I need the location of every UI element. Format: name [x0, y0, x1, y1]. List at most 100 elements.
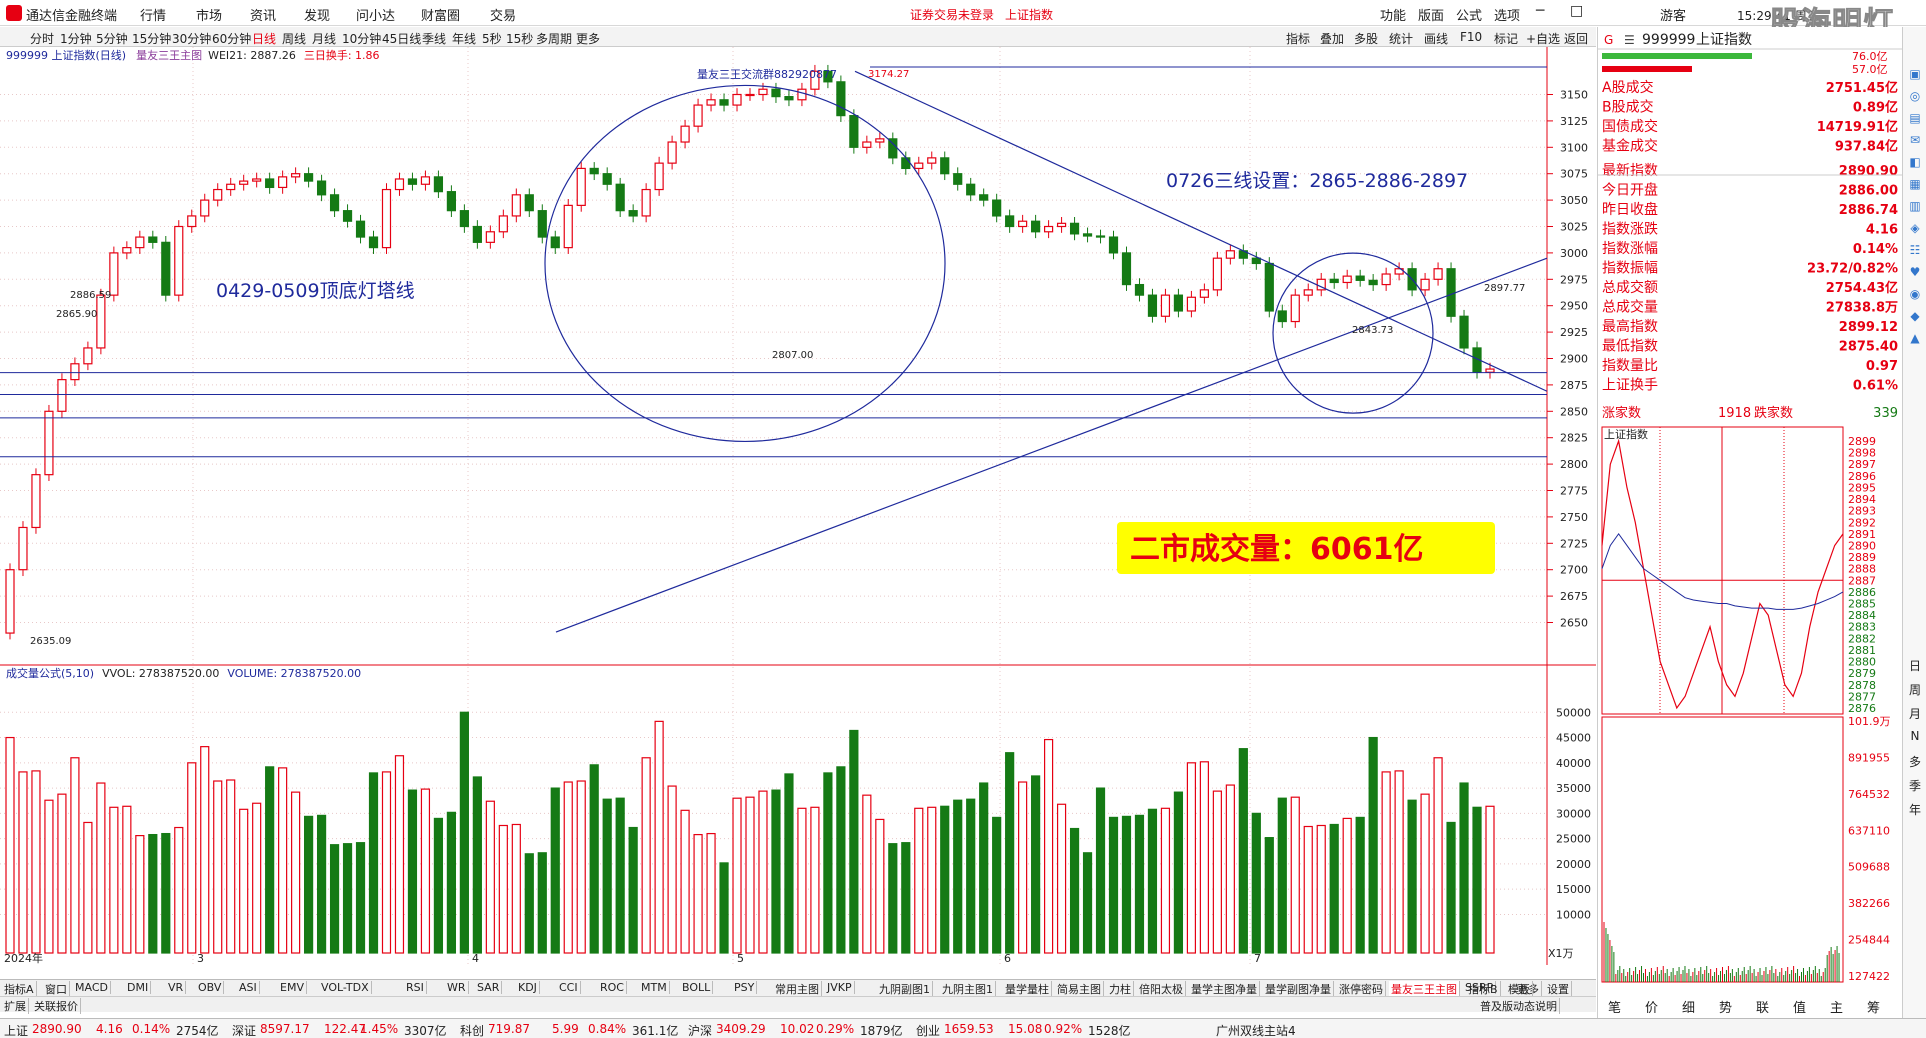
right-tab-2[interactable]: 细 — [1682, 1001, 1695, 1016]
tab-row2-0[interactable]: 扩展 — [2, 998, 29, 1014]
period-8[interactable]: 月线 — [312, 30, 336, 47]
sidebar-tool-icon-10[interactable]: ◉ — [1903, 287, 1926, 301]
period-16[interactable]: 更多 — [576, 30, 600, 47]
right-tab-1[interactable]: 价 — [1645, 1001, 1658, 1016]
sidebar-tool-icon-11[interactable]: ◆ — [1903, 309, 1926, 323]
tab-14[interactable]: ROC — [598, 981, 627, 994]
menu-zixun[interactable]: 资讯 — [250, 5, 276, 24]
sidebar-tool-icon-12[interactable]: ▲ — [1903, 331, 1926, 345]
menu-shichang[interactable]: 市场 — [196, 5, 222, 24]
menu-banmian[interactable]: 版面 — [1418, 5, 1444, 24]
sidebar-tool-icon-9[interactable]: ♥ — [1903, 265, 1926, 279]
tool-6[interactable]: 标记 — [1494, 30, 1518, 47]
tab-right-0[interactable]: 指标B — [1466, 981, 1501, 997]
tab-11[interactable]: SAR — [475, 981, 503, 994]
menu-jiaoyi[interactable]: 交易 — [490, 5, 516, 24]
sidebar-period-1[interactable]: 周 — [1903, 681, 1926, 698]
right-tab-5[interactable]: 值 — [1793, 1000, 1806, 1016]
login-notice[interactable]: 证券交易未登录 — [910, 6, 994, 23]
right-tab-0[interactable]: 笔 — [1608, 1000, 1621, 1016]
period-1[interactable]: 1分钟 — [60, 30, 92, 47]
tool-7[interactable]: +自选 — [1526, 30, 1560, 47]
menu-faxian[interactable]: 发现 — [304, 5, 330, 24]
tab-25[interactable]: 倍阳太极 — [1137, 981, 1186, 997]
server-status[interactable]: 广州双线主站4 — [1216, 1022, 1296, 1038]
period-13[interactable]: 5秒 — [482, 30, 502, 47]
period-11[interactable]: 季线 — [422, 30, 446, 47]
sidebar-tool-icon-1[interactable]: ◎ — [1903, 89, 1926, 103]
sidebar-period-5[interactable]: 季 — [1903, 777, 1926, 794]
period-4[interactable]: 30分钟 — [172, 30, 211, 47]
tab-19[interactable]: JVKP — [825, 981, 855, 994]
sidebar-period-0[interactable]: 日 — [1903, 657, 1926, 674]
tool-8[interactable]: 返回 — [1564, 30, 1588, 47]
kline-chart-svg[interactable]: 3150 3125 3100 3075 3050 3025 3000 2975 2950 2925… — [0, 47, 1596, 965]
right-tab-6[interactable]: 主 — [1830, 1001, 1843, 1016]
tab-right-1[interactable]: 模板 — [1506, 981, 1533, 997]
tab-18[interactable]: 常用主图 — [773, 981, 822, 997]
period-3[interactable]: 15分钟 — [132, 30, 171, 47]
tab-27[interactable]: 量学副图净量 — [1263, 981, 1334, 997]
maximize-icon[interactable]: □ — [1570, 3, 1583, 19]
tab-row2-right-0[interactable]: 普及版动态说明 — [1478, 998, 1560, 1014]
right-tab-7[interactable]: 筹 — [1867, 1000, 1880, 1016]
tab-0[interactable]: 指标A — [2, 981, 37, 997]
tab-16[interactable]: BOLL — [680, 981, 714, 994]
tab-23[interactable]: 简易主图 — [1055, 981, 1104, 997]
menu-caifuquan[interactable]: 财富圈 — [421, 5, 460, 24]
sidebar-tool-icon-8[interactable]: ☷ — [1903, 243, 1926, 257]
period-12[interactable]: 年线 — [452, 30, 476, 47]
sidebar-tool-icon-7[interactable]: ◈ — [1903, 221, 1926, 235]
tab-5[interactable]: OBV — [196, 981, 225, 994]
menu-xuanxiang[interactable]: 选项 — [1494, 5, 1520, 24]
sidebar-tool-icon-5[interactable]: ▦ — [1903, 177, 1926, 191]
sidebar-period-2[interactable]: 月 — [1903, 705, 1926, 722]
tab-24[interactable]: 力柱 — [1107, 981, 1134, 997]
sidebar-tool-icon-4[interactable]: ◧ — [1903, 155, 1926, 169]
period-15[interactable]: 多周期 — [536, 30, 572, 47]
tab-7[interactable]: EMV — [278, 981, 307, 994]
sidebar-period-3[interactable]: N — [1903, 729, 1926, 743]
tab-2[interactable]: MACD — [73, 981, 111, 994]
menu-gongneng[interactable]: 功能 — [1380, 5, 1406, 24]
period-7[interactable]: 周线 — [282, 30, 306, 47]
guest-user[interactable]: 游客 — [1660, 5, 1686, 24]
menu-hangqing[interactable]: 行情 — [140, 5, 166, 24]
sidebar-period-6[interactable]: 年 — [1903, 801, 1926, 818]
tool-2[interactable]: 多股 — [1354, 30, 1378, 47]
tab-1[interactable]: 窗口 — [43, 981, 70, 997]
tab-9[interactable]: RSI — [404, 981, 427, 994]
tab-3[interactable]: DMI — [125, 981, 152, 994]
sidebar-period-4[interactable]: 多 — [1903, 753, 1926, 770]
tab-15[interactable]: MTM — [639, 981, 670, 994]
sidebar-tool-icon-3[interactable]: ✉ — [1903, 133, 1926, 147]
tool-4[interactable]: 画线 — [1424, 30, 1448, 47]
tool-3[interactable]: 统计 — [1389, 30, 1413, 47]
tab-28[interactable]: 涨停密码 — [1337, 981, 1386, 997]
period-2[interactable]: 5分钟 — [96, 30, 128, 47]
tab-4[interactable]: VR — [166, 981, 187, 994]
tab-32[interactable]: 设置 — [1545, 981, 1572, 997]
tool-1[interactable]: 叠加 — [1320, 30, 1344, 47]
right-tab-3[interactable]: 势 — [1719, 1000, 1732, 1016]
period-6[interactable]: 日线 — [252, 30, 276, 47]
period-10[interactable]: 45日线 — [382, 30, 421, 47]
tool-0[interactable]: 指标 — [1286, 30, 1310, 47]
period-0[interactable]: 分时 — [30, 30, 54, 47]
tab-17[interactable]: PSY — [732, 981, 758, 994]
tab-8[interactable]: VOL-TDX — [319, 981, 372, 994]
sidebar-tool-icon-0[interactable]: ▣ — [1903, 67, 1926, 81]
period-5[interactable]: 60分钟 — [212, 30, 251, 47]
tab-13[interactable]: CCI — [557, 981, 581, 994]
tab-20[interactable]: 九阴副图1 — [877, 981, 933, 997]
tab-12[interactable]: KDJ — [516, 981, 540, 994]
period-14[interactable]: 15秒 — [506, 30, 533, 47]
menu-gongshi[interactable]: 公式 — [1456, 5, 1482, 24]
tab-row2-1[interactable]: 关联报价 — [32, 998, 81, 1014]
tool-5[interactable]: F10 — [1460, 30, 1482, 44]
sidebar-tool-icon-6[interactable]: ▥ — [1903, 199, 1926, 213]
kline-chart-area[interactable]: 3150 3125 3100 3075 3050 3025 3000 2975 2950 2925… — [0, 47, 1596, 965]
tab-6[interactable]: ASI — [237, 981, 260, 994]
right-tab-4[interactable]: 联 — [1756, 1001, 1769, 1016]
tab-26[interactable]: 量学主图净量 — [1189, 981, 1260, 997]
